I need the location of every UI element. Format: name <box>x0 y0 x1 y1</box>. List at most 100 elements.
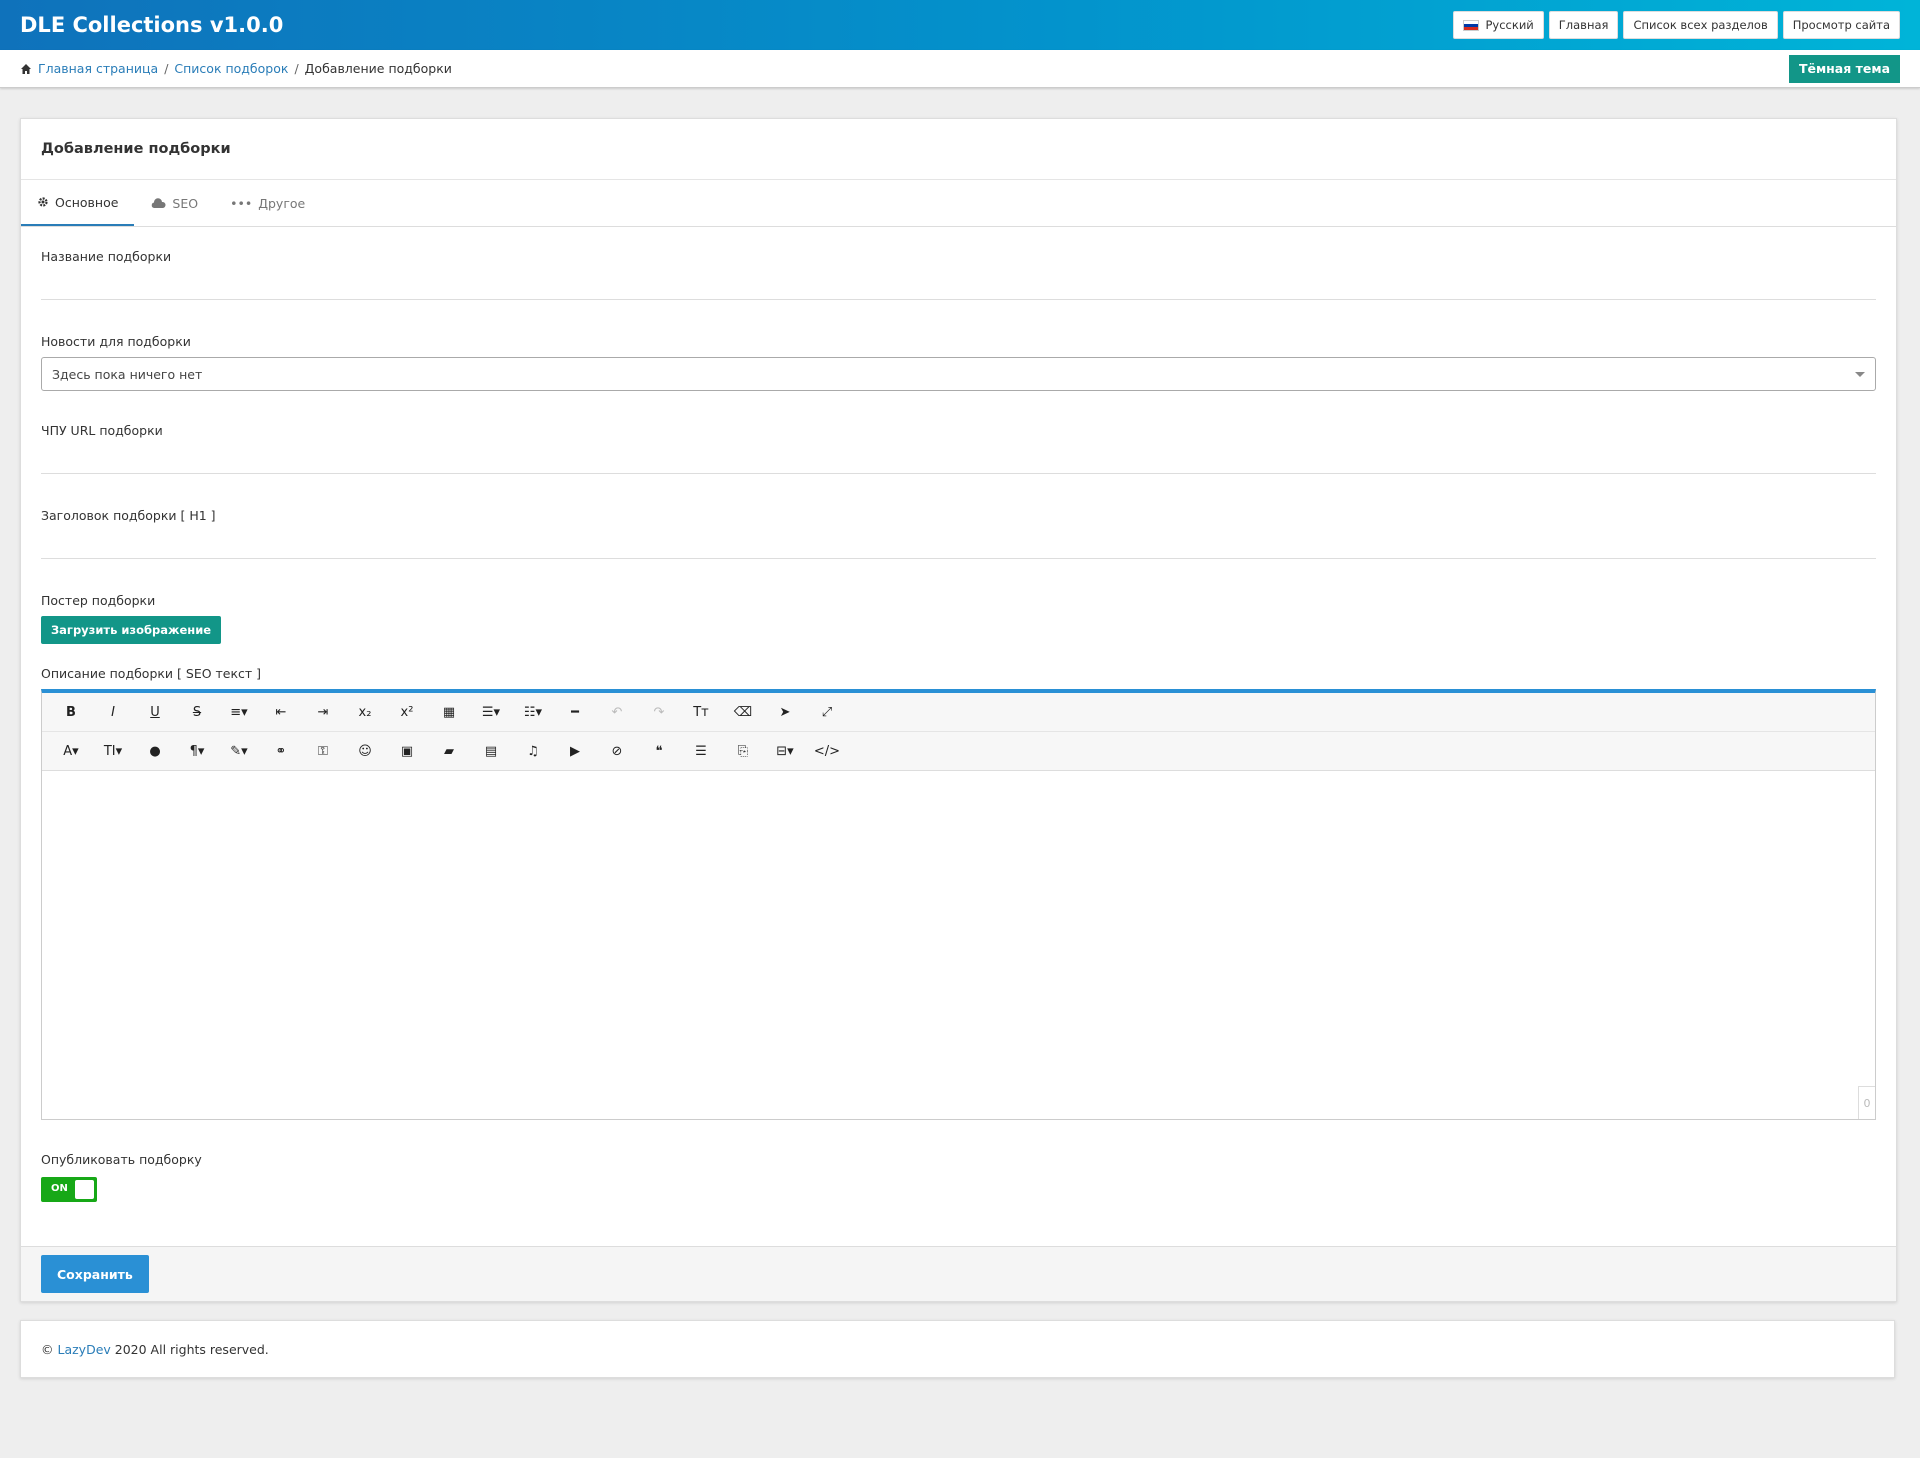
image-button[interactable]: ▣ <box>386 735 428 767</box>
magic-dropdown[interactable]: ✎▾ <box>218 735 260 767</box>
font-size-dropdown[interactable]: TI▾ <box>92 735 134 767</box>
eraser-icon: ⌫ <box>733 704 753 720</box>
horizontal-line-button[interactable]: ━ <box>554 696 596 728</box>
unordered-list-icon: ☷▾ <box>523 704 543 720</box>
gear-icon <box>38 197 48 207</box>
breadcrumb-home-link[interactable]: Главная страница <box>38 61 158 76</box>
dark-theme-button[interactable]: Тёмная тема <box>1788 54 1900 83</box>
description-label: Описание подборки [ SEO текст ] <box>41 666 262 681</box>
tab-seo[interactable]: SEO <box>134 180 214 226</box>
bold-icon: B <box>66 704 76 720</box>
key-button[interactable]: ⚿ <box>302 735 344 767</box>
ordered-list-dropdown[interactable]: ☰▾ <box>470 696 512 728</box>
outdent-icon: ⇤ <box>275 704 287 720</box>
strikethrough-button[interactable]: S <box>176 696 218 728</box>
name-label: Название подборки <box>41 249 172 264</box>
font-dropdown[interactable]: A▾ <box>50 735 92 767</box>
h1-label: Заголовок подборки [ H1 ] <box>41 508 216 523</box>
undo-button[interactable]: ↶ <box>596 696 638 728</box>
upload-image-button[interactable]: Загрузить изображение <box>41 616 222 644</box>
redo-icon: ↷ <box>653 704 665 720</box>
code-view-icon: </> <box>813 743 841 759</box>
fullscreen-button[interactable]: ⤢ <box>806 696 848 728</box>
strikethrough-icon: S <box>192 704 202 720</box>
redo-button[interactable]: ↷ <box>638 696 680 728</box>
align-dropdown[interactable]: ≡▾ <box>218 696 260 728</box>
font-icon: A▾ <box>63 743 79 759</box>
underline-button[interactable]: U <box>134 696 176 728</box>
indent-button[interactable]: ⇥ <box>302 696 344 728</box>
paragraph-icon: ¶▾ <box>189 743 205 759</box>
link-button[interactable]: ⚭ <box>260 735 302 767</box>
folder-button[interactable]: ▰ <box>428 735 470 767</box>
url-input[interactable] <box>41 446 1876 474</box>
emoji-button[interactable]: ☺ <box>344 735 386 767</box>
company-link[interactable]: LazyDev <box>57 1342 110 1357</box>
select-button[interactable]: ➤ <box>764 696 806 728</box>
code-block-dropdown[interactable]: ⊟▾ <box>764 735 806 767</box>
underline-icon: U <box>150 704 160 720</box>
breadcrumb: Главная страница / Список подборок / Доб… <box>20 61 452 76</box>
italic-button[interactable]: I <box>92 696 134 728</box>
collection-form: Название подборки Новости для подборки З… <box>21 227 1896 1202</box>
news-select[interactable]: Здесь пока ничего нет <box>41 357 1876 391</box>
tab-label: SEO <box>172 195 199 211</box>
outdent-button[interactable]: ⇤ <box>260 696 302 728</box>
audio-button[interactable]: ♫ <box>512 735 554 767</box>
media-button[interactable]: ▤ <box>470 735 512 767</box>
subscript-button[interactable]: x₂ <box>344 696 386 728</box>
language-label: Русский <box>1485 18 1534 32</box>
fullscreen-icon: ⤢ <box>821 704 833 720</box>
select-icon: ➤ <box>779 704 791 720</box>
clear-format-button[interactable]: Tт <box>680 696 722 728</box>
code-view-button[interactable]: </> <box>806 735 848 767</box>
save-button[interactable]: Сохранить <box>41 1255 149 1293</box>
color-button[interactable]: ● <box>134 735 176 767</box>
bold-button[interactable]: B <box>50 696 92 728</box>
table-button[interactable]: ▦ <box>428 696 470 728</box>
all-sections-button[interactable]: Список всех разделов <box>1623 11 1778 39</box>
superscript-button[interactable]: x² <box>386 696 428 728</box>
news-select-value: Здесь пока ничего нет <box>52 366 203 382</box>
code-block-icon: ⊟▾ <box>776 743 794 759</box>
h1-input[interactable] <box>41 531 1876 559</box>
hide-icon: ⊘ <box>611 743 623 759</box>
key-icon: ⚿ <box>318 743 328 759</box>
copyright-symbol: © <box>41 1341 54 1357</box>
tab-main[interactable]: Основное <box>21 180 135 226</box>
quote-button[interactable]: ❝ <box>638 735 680 767</box>
chevron-down-icon <box>1855 371 1865 377</box>
align-text-button[interactable]: ☰ <box>680 735 722 767</box>
breadcrumb-list-link[interactable]: Список подборок <box>174 61 288 76</box>
tab-label: Основное <box>55 194 119 210</box>
paragraph-dropdown[interactable]: ¶▾ <box>176 735 218 767</box>
breadcrumb-current: Добавление подборки <box>304 61 452 76</box>
breadcrumb-bar: Главная страница / Список подборок / Доб… <box>0 50 1920 88</box>
superscript-icon: x² <box>400 704 414 720</box>
indent-icon: ⇥ <box>317 704 329 720</box>
dots-icon: ••• <box>230 195 253 211</box>
unordered-list-dropdown[interactable]: ☷▾ <box>512 696 554 728</box>
editor-content-area[interactable]: 0 <box>42 771 1875 1119</box>
form-actions: Сохранить <box>21 1246 1896 1301</box>
tab-other[interactable]: ••• Другое <box>214 180 321 226</box>
eraser-button[interactable]: ⌫ <box>722 696 764 728</box>
russian-flag-icon <box>1463 19 1480 31</box>
undo-icon: ↶ <box>611 704 623 720</box>
clear-format-icon: Tт <box>693 704 709 720</box>
emoji-icon: ☺ <box>358 743 372 759</box>
page-break-icon: ⎘ <box>737 743 749 759</box>
video-icon: ▶ <box>570 743 580 759</box>
publish-toggle[interactable]: ON <box>41 1177 97 1202</box>
view-site-button[interactable]: Просмотр сайта <box>1782 11 1900 39</box>
hide-button[interactable]: ⊘ <box>596 735 638 767</box>
name-input[interactable] <box>41 272 1876 300</box>
home-button[interactable]: Главная <box>1548 11 1619 39</box>
app-brand: DLE Collections v1.0.0 <box>20 13 284 37</box>
video-button[interactable]: ▶ <box>554 735 596 767</box>
copyright-footer: © LazyDev 2020 All rights reserved. <box>20 1320 1895 1378</box>
tab-label: Другое <box>258 195 306 211</box>
language-button[interactable]: Русский <box>1453 11 1544 39</box>
breadcrumb-separator: / <box>294 61 299 76</box>
page-break-button[interactable]: ⎘ <box>722 735 764 767</box>
